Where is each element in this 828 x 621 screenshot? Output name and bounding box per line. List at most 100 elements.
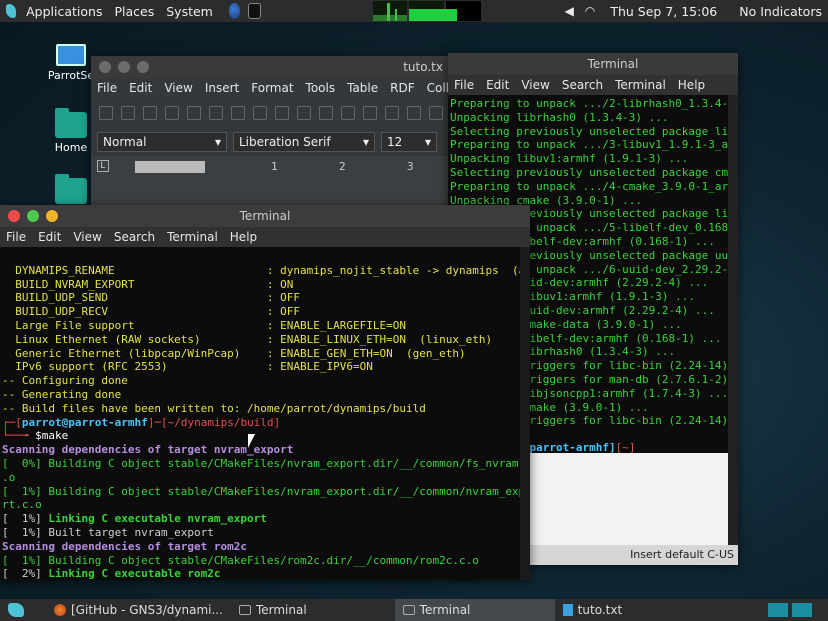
menu-view[interactable]: View [158,81,198,95]
menu-terminal[interactable]: Terminal [161,230,224,244]
terminal-window-front: Terminal File Edit View Search Terminal … [0,205,530,580]
menu-format[interactable]: Format [245,81,299,95]
menu-table[interactable]: Table [341,81,384,95]
command-line: └──╼ $make [2,429,69,443]
open-icon[interactable] [121,106,135,120]
minimize-button[interactable] [118,61,130,73]
export-icon[interactable] [165,106,179,120]
taskbar-item-tuto[interactable]: tuto.txt [555,599,630,621]
menu-edit[interactable]: Edit [480,78,515,92]
menu-rdf[interactable]: RDF [384,81,420,95]
menu-terminal[interactable]: Terminal [609,78,672,92]
output-line: -- Configuring done [2,374,128,388]
terminal-titlebar[interactable]: Terminal [0,205,530,227]
undo-icon[interactable] [297,106,311,120]
system-menu[interactable]: System [160,4,219,19]
link-percent: [ 2%] [2,567,49,580]
config-value: : dynamips_nojit_stable -> dynamips (aut… [266,263,530,277]
paste-icon[interactable] [275,106,289,120]
taskbar-item-firefox[interactable]: [GitHub - GNS3/dynami... [46,599,231,621]
config-line: BUILD_UDP_RECV : OFF [2,305,528,319]
output-line: [ 1%] Building C object stable/CMakeFile… [2,553,479,567]
image-icon[interactable] [407,106,421,120]
prompt-dir: [~] [615,440,636,454]
maximize-button[interactable] [137,61,149,73]
clock[interactable]: Thu Sep 7, 15:06 [604,4,723,19]
font-size-select[interactable]: 12 ▾ [381,132,437,152]
prompt-user: parrot@parrot-armhf [21,415,148,429]
workspace-switcher-icon[interactable] [768,603,812,617]
parrot-logo-icon[interactable] [6,4,17,18]
cmake-config-lines: DYNAMIPS_RENAME : dynamips_nojit_stable … [2,263,530,374]
places-menu[interactable]: Places [108,4,160,19]
draw-icon[interactable] [429,106,443,120]
ruler-mark: 3 [407,160,414,173]
new-document-icon[interactable] [99,106,113,120]
standard-toolbar [91,98,471,128]
redo-icon[interactable] [319,106,333,120]
volume-icon[interactable]: ◀ [565,5,575,17]
menu-view[interactable]: View [67,230,107,244]
applications-menu[interactable]: Applications [20,4,108,19]
terminal-output[interactable]: DYNAMIPS_RENAME : dynamips_nojit_stable … [0,247,530,580]
minimize-button[interactable] [27,210,39,222]
config-value: : ENABLE_LARGEFILE=ON [266,318,406,332]
scrollbar[interactable] [728,95,738,545]
menu-view[interactable]: View [515,78,555,92]
spellcheck-icon[interactable] [363,106,377,120]
indicators[interactable]: No Indicators [733,4,828,19]
wifi-icon[interactable]: ◠ [585,5,597,17]
mouse-cursor-icon [248,434,255,448]
menu-file[interactable]: File [0,230,32,244]
menu-edit[interactable]: Edit [32,230,67,244]
menu-search[interactable]: Search [556,78,609,92]
close-button[interactable] [99,61,111,73]
menu-file[interactable]: File [448,78,480,92]
taskbar-label: tuto.txt [577,603,623,617]
terminal-titlebar[interactable]: Terminal [448,53,738,75]
window-icon [402,605,415,615]
menu-tools[interactable]: Tools [300,81,342,95]
embedded-editor-pane[interactable] [528,453,738,545]
firefox-launcher-icon[interactable] [228,3,241,19]
terminal-launcher-icon[interactable] [248,3,261,19]
config-value: : ON [266,277,294,291]
menu-insert[interactable]: Insert [199,81,245,95]
prompt-line: ┌─[parrot@parrot-armhf]─[~/dynamips/buil… [2,415,281,429]
chevron-down-icon: ▾ [424,135,431,149]
parrot-menu-icon[interactable] [8,603,24,617]
maximize-button[interactable] [46,210,58,222]
config-key: Generic Ethernet (libpcap/WinPcap) [2,346,267,360]
print-icon[interactable] [187,106,201,120]
menu-help[interactable]: Help [224,230,263,244]
table-icon[interactable] [385,106,399,120]
taskbar-item-terminal-1[interactable]: Terminal [231,599,315,621]
taskbar-item-terminal-2[interactable]: Terminal [394,599,555,621]
scrollbar[interactable] [520,247,530,580]
menu-edit[interactable]: Edit [123,81,158,95]
menu-search[interactable]: Search [108,230,161,244]
output-line: Scanning dependencies of target nvram_ex… [2,443,294,457]
output-line: [ 1%] Linking C executable nvram_export [2,512,528,526]
save-icon[interactable] [143,106,157,120]
close-button[interactable] [8,210,20,222]
menu-help[interactable]: Help [672,78,711,92]
window-title: Terminal [587,57,639,71]
output-line: Selecting previously unselected package … [450,124,738,138]
config-key: BUILD_UDP_SEND [2,291,267,305]
copy-icon[interactable] [253,106,267,120]
config-key: IPv6 support (RFC 2553) [2,360,267,374]
cut-icon[interactable] [231,106,245,120]
computer-icon [56,44,86,66]
window-icon [238,605,251,615]
paragraph-style-select[interactable]: Normal ▾ [97,132,227,152]
font-name-select[interactable]: Liberation Serif ▾ [233,132,375,152]
find-icon[interactable] [341,106,355,120]
config-line: BUILD_NVRAM_EXPORT : ON [2,278,528,292]
writer-titlebar[interactable]: tuto.tx [91,56,471,78]
ruler[interactable]: L 1 2 3 [91,156,471,178]
output-line: Unpacking librhash0 (1.3.4-3) ... [450,110,669,124]
preview-icon[interactable] [209,106,223,120]
menu-file[interactable]: File [91,81,123,95]
tab-stop-icon[interactable]: L [97,160,109,172]
